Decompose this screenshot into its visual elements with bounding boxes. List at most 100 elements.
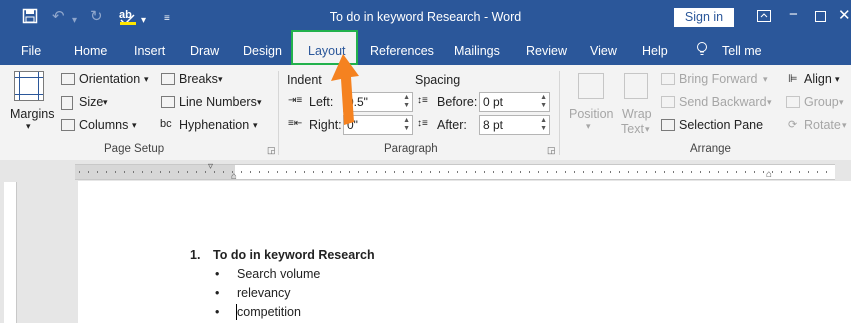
list-item[interactable]: relevancy: [237, 286, 291, 300]
margins-dropdown-icon: ▾: [26, 121, 31, 131]
group-icon: [786, 96, 800, 108]
group-divider: [278, 71, 279, 155]
tab-references[interactable]: References: [370, 44, 434, 58]
ruler-tick: [430, 171, 431, 173]
indent-left-icon: ⇥≡: [288, 95, 303, 106]
text-cursor: [236, 304, 237, 320]
horizontal-ruler[interactable]: ▿ ⌂ ⌂: [75, 161, 835, 182]
ruler-tick: [529, 171, 530, 173]
tell-me-search[interactable]: Tell me: [722, 44, 762, 58]
list-item[interactable]: Search volume: [237, 267, 320, 281]
position-icon: [578, 73, 604, 99]
tab-draw[interactable]: Draw: [190, 44, 219, 58]
ruler-tick: [349, 171, 350, 173]
ruler-tick: [295, 171, 296, 173]
spacing-after-value: 8 pt: [483, 118, 504, 132]
ruler-tick: [439, 171, 440, 173]
margins-icon[interactable]: [14, 71, 44, 101]
ruler-tick: [637, 171, 638, 173]
wrap-text-dropdown-icon: ▾: [645, 124, 650, 134]
position-button[interactable]: Position: [569, 107, 613, 121]
right-indent-marker[interactable]: ⌂: [766, 169, 772, 180]
ruler-tick: [259, 171, 260, 173]
margins-button[interactable]: Margins: [10, 107, 54, 121]
spinner-icon[interactable]: ▲ ▼: [540, 117, 547, 133]
line-numbers-icon: [161, 96, 175, 108]
ruler-tick: [178, 171, 179, 173]
ruler-tick: [610, 171, 611, 173]
ruler-tick: [745, 171, 746, 173]
page-setup-launcher-icon[interactable]: ◲: [267, 145, 276, 156]
ruler-tick: [574, 171, 575, 173]
paragraph-launcher-icon[interactable]: ◲: [547, 145, 556, 156]
wrap-text-button[interactable]: Wrap: [622, 107, 652, 121]
send-backward-icon: [661, 96, 675, 108]
rotate-dropdown-icon: ▾: [842, 120, 847, 130]
breaks-dropdown-icon: ▾: [218, 74, 223, 84]
arrange-group-label: Arrange: [690, 143, 731, 155]
ruler-tick: [286, 171, 287, 173]
ruler-tick: [691, 171, 692, 173]
bring-forward-button[interactable]: Bring Forward: [679, 72, 758, 86]
tab-file[interactable]: File: [21, 44, 41, 58]
ribbon-display-icon[interactable]: [757, 9, 771, 27]
vertical-ruler[interactable]: [4, 182, 17, 323]
tab-home[interactable]: Home: [74, 44, 107, 58]
ruler-tick: [340, 171, 341, 173]
hyphenation-icon: bc: [160, 118, 172, 130]
tab-mailings[interactable]: Mailings: [454, 44, 500, 58]
bullet-icon: •: [215, 286, 220, 300]
ruler-tick: [583, 171, 584, 173]
minimize-icon[interactable]: −: [789, 6, 798, 24]
send-backward-button[interactable]: Send Backward: [679, 95, 767, 109]
spacing-before-icon: ↕≡: [417, 95, 428, 106]
align-button[interactable]: Align: [804, 72, 832, 86]
rotate-button[interactable]: Rotate: [804, 118, 841, 132]
list-item[interactable]: competition: [237, 305, 301, 319]
orientation-button[interactable]: Orientation: [79, 72, 140, 86]
ruler-tick: [223, 171, 224, 173]
list-heading[interactable]: To do in keyword Research: [213, 248, 375, 262]
tab-view[interactable]: View: [590, 44, 617, 58]
spinner-icon[interactable]: ▲ ▼: [540, 94, 547, 110]
breaks-icon: [161, 73, 175, 85]
selection-pane-icon: [661, 119, 675, 131]
ruler-tick: [781, 171, 782, 173]
ruler-tick: [736, 171, 737, 173]
spacing-before-input[interactable]: 0 pt ▲ ▼: [479, 92, 550, 112]
hyphenation-button[interactable]: Hyphenation: [179, 118, 249, 132]
align-dropdown-icon: ▾: [835, 74, 840, 84]
align-icon: ⊫: [788, 73, 798, 85]
ruler-tick: [133, 171, 134, 173]
ruler-area: ▿ ⌂ ⌂: [0, 160, 851, 182]
spinner-icon[interactable]: ▲ ▼: [403, 94, 410, 110]
first-line-indent-marker[interactable]: ▿: [208, 161, 213, 172]
ruler-tick: [421, 171, 422, 173]
spacing-after-input[interactable]: 8 pt ▲ ▼: [479, 115, 550, 135]
document-page[interactable]: 1. To do in keyword Research • Search vo…: [78, 181, 851, 323]
ruler-tick: [547, 171, 548, 173]
ruler-tick: [772, 171, 773, 173]
group-button[interactable]: Group: [804, 95, 839, 109]
tab-help[interactable]: Help: [642, 44, 668, 58]
selection-pane-button[interactable]: Selection Pane: [679, 118, 763, 132]
ruler-tick: [304, 171, 305, 173]
tab-design[interactable]: Design: [243, 44, 282, 58]
close-icon[interactable]: ✕: [838, 7, 851, 25]
orientation-icon: [61, 73, 75, 85]
tab-insert[interactable]: Insert: [134, 44, 165, 58]
ruler-tick: [592, 171, 593, 173]
spinner-icon[interactable]: ▲ ▼: [403, 117, 410, 133]
columns-icon: [61, 119, 75, 131]
line-numbers-button[interactable]: Line Numbers: [179, 95, 257, 109]
columns-button[interactable]: Columns: [79, 118, 128, 132]
spacing-before-value: 0 pt: [483, 95, 504, 109]
breaks-button[interactable]: Breaks: [179, 72, 218, 86]
indent-label: Indent: [287, 73, 322, 87]
maximize-icon[interactable]: [815, 9, 826, 27]
sign-in-button[interactable]: Sign in: [674, 8, 734, 27]
ruler-tick: [457, 171, 458, 173]
size-button[interactable]: Size: [79, 95, 103, 109]
tab-review[interactable]: Review: [526, 44, 567, 58]
group-dropdown-icon: ▾: [839, 97, 844, 107]
